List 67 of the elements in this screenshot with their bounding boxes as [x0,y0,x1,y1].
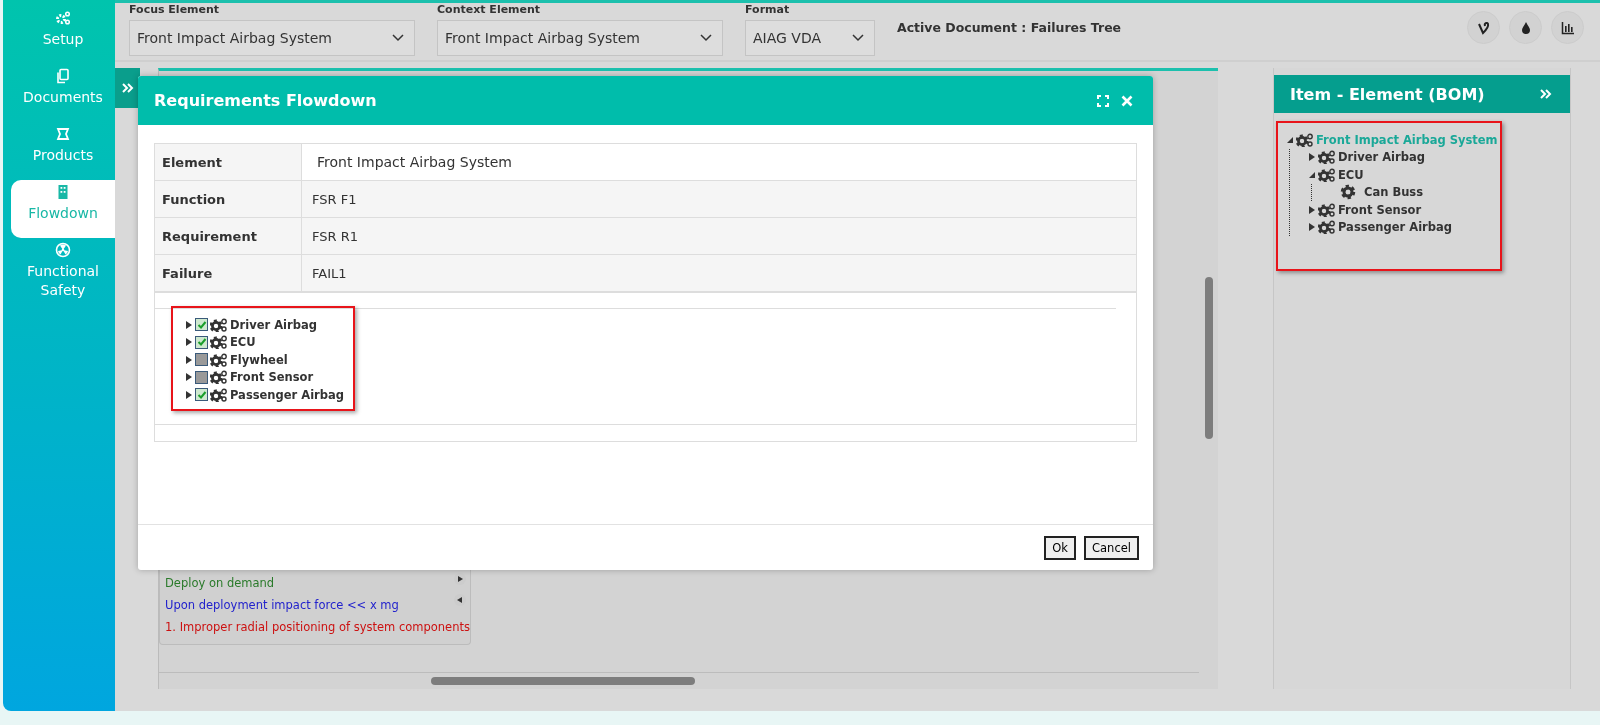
double-chevron-icon [121,83,134,93]
tree-toggle-icon[interactable] [1308,170,1316,179]
gears-icon [210,335,228,350]
card-line: Upon deployment impact force << x mg [165,598,399,612]
copy-icon [55,68,71,84]
tree-node[interactable]: ECU [230,335,256,350]
chevron-down-icon [852,34,864,42]
gears-icon [1318,220,1336,235]
chevron-down-icon [392,34,404,42]
panel-title: Item - Element (BOM) [1290,84,1485,104]
gear-icon [1340,184,1356,201]
field-value: FAIL1 [302,255,1136,292]
toolbar-button[interactable] [1551,11,1584,44]
active-document-label: Active Document : Failures Tree [897,20,1122,35]
tree-toggle-icon[interactable] [1286,135,1294,144]
checkbox[interactable] [195,388,208,402]
gears-icon [210,387,228,402]
tree-node[interactable]: ECU [1338,167,1364,182]
expand-panel-button[interactable] [115,68,140,108]
tree-toggle-icon[interactable] [1308,205,1316,214]
gears-icon [1318,202,1336,217]
checkbox[interactable] [195,335,208,349]
gears-icon [210,370,228,385]
tree-toggle-icon[interactable] [1308,223,1316,232]
tree-node[interactable]: Driver Airbag [230,317,317,332]
field-value: FSR F1 [302,181,1136,218]
gears-icon [210,352,228,367]
dropdown[interactable]: Front Impact Airbag System [129,20,415,56]
checkbox[interactable] [195,370,208,384]
tree-node[interactable]: Front Sensor [230,370,314,385]
field-label: Function [155,181,302,218]
v-logo-icon [1476,20,1491,35]
card-line: Deploy on demand [165,576,275,590]
dialog-button[interactable]: Ok [1044,535,1077,560]
tree-node[interactable]: Can Buss [1364,185,1424,200]
tree-toggle-icon[interactable] [1308,153,1316,162]
tree-node[interactable]: Passenger Airbag [1338,220,1452,235]
tree-node[interactable]: Front Sensor [1338,202,1422,217]
dialog-title: Requirements Flowdown [154,91,377,110]
frame-icon [55,126,71,142]
gears-icon [1296,132,1314,147]
gears-icon [1318,150,1336,165]
field-label: Focus Element [129,3,221,17]
dialog-button[interactable]: Cancel [1084,535,1139,560]
gears-icon [210,317,228,332]
toolbar-button[interactable] [1509,11,1542,44]
bar-chart-icon [1560,20,1575,35]
field-label: Format [745,3,791,17]
field-label: Context Element [437,3,542,17]
field-label: Element [155,144,302,181]
gears-icon [55,10,71,26]
card-line: 1. Improper radial positioning of system components [165,620,470,634]
chevron-down-icon [700,34,712,42]
tree-node[interactable]: Flywheel [230,352,288,367]
field-label: Failure [155,255,302,292]
field-label: Requirement [155,218,302,255]
toolbar-button[interactable] [1467,11,1500,44]
checkbox[interactable] [195,353,208,367]
gears-icon [1318,167,1336,182]
field-value: FSR R1 [302,218,1136,255]
dropdown[interactable]: Front Impact Airbag System [437,20,723,56]
dropdown[interactable]: AIAG VDA [745,20,875,56]
tree-node[interactable]: Driver Airbag [1338,150,1425,165]
checkbox[interactable] [195,318,208,332]
tree-node[interactable]: Passenger Airbag [230,387,344,402]
radiation-icon [55,242,71,258]
double-chevron-icon[interactable] [1540,89,1552,99]
